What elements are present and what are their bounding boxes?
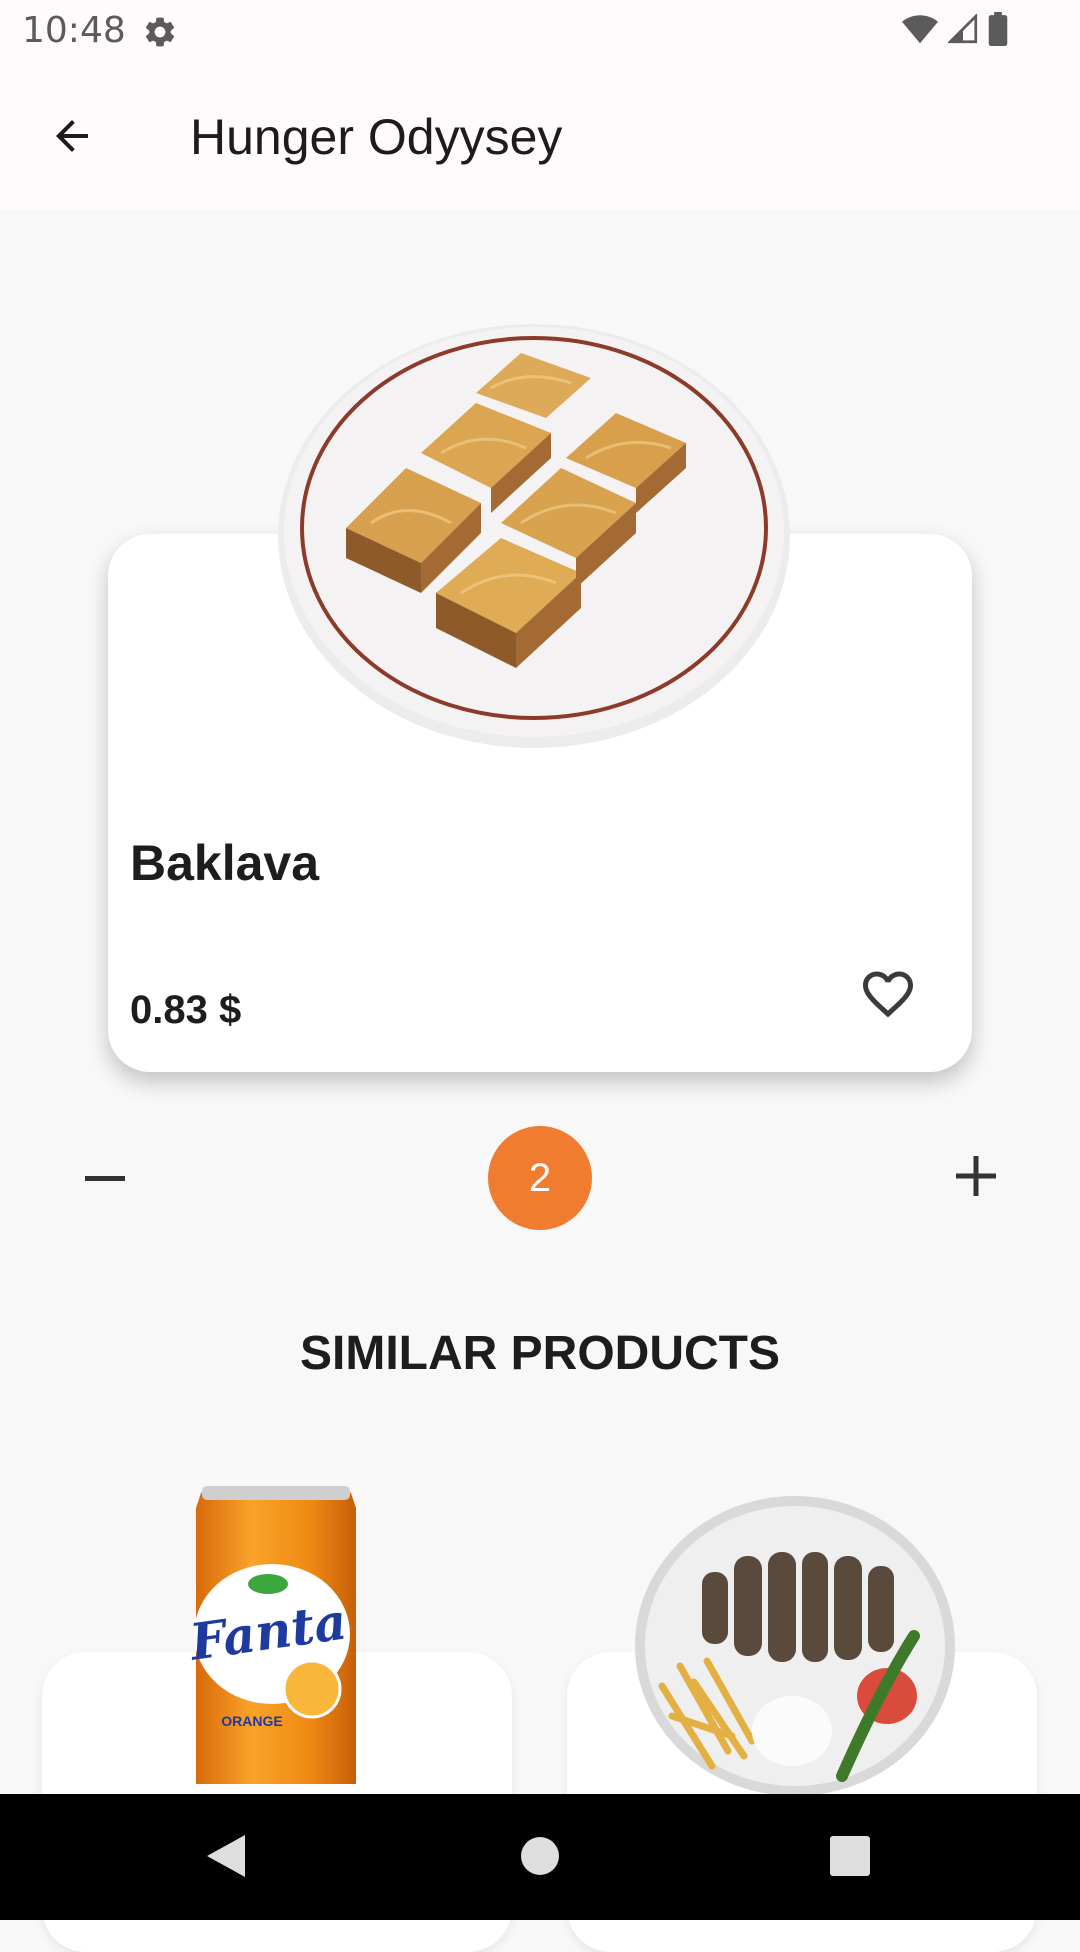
similar-products-title: SIMILAR PRODUCTS <box>300 1327 780 1380</box>
status-icons <box>902 11 1008 51</box>
nav-back-icon <box>205 1833 247 1884</box>
nav-home-button[interactable] <box>510 1828 570 1888</box>
status-bar: 10:48 <box>0 0 1080 64</box>
cell-signal-icon <box>946 12 978 49</box>
favorite-button[interactable] <box>858 964 918 1024</box>
wifi-icon <box>902 14 938 49</box>
similar-product-image[interactable] <box>632 1486 958 1796</box>
plus-icon <box>956 1155 996 1201</box>
quantity-value: 2 <box>488 1126 592 1230</box>
product-price: 0.83 $ <box>130 988 242 1032</box>
gear-icon <box>142 14 178 50</box>
arrow-left-icon <box>48 112 96 165</box>
similar-product-image[interactable]: Fanta ORANGE <box>180 1484 372 1794</box>
nav-recents-icon <box>830 1835 870 1881</box>
nav-back-button[interactable] <box>196 1828 256 1888</box>
can-flavor-label: ORANGE <box>221 1713 282 1729</box>
page-title: Hunger Odyysey <box>190 109 563 165</box>
navigation-bar <box>0 1794 1080 1920</box>
back-button[interactable] <box>44 110 100 166</box>
nav-home-icon <box>520 1836 560 1881</box>
heart-outline-icon <box>858 971 918 1028</box>
minus-icon <box>85 1169 125 1187</box>
nav-recents-button[interactable] <box>820 1828 880 1888</box>
status-time: 10:48 <box>22 10 126 51</box>
app-bar: Hunger Odyysey <box>0 64 1080 210</box>
product-image <box>276 318 796 748</box>
battery-icon <box>988 11 1008 51</box>
product-name: Baklava <box>130 835 320 891</box>
decrease-quantity-button[interactable] <box>80 1150 130 1206</box>
increase-quantity-button[interactable] <box>948 1150 1004 1206</box>
